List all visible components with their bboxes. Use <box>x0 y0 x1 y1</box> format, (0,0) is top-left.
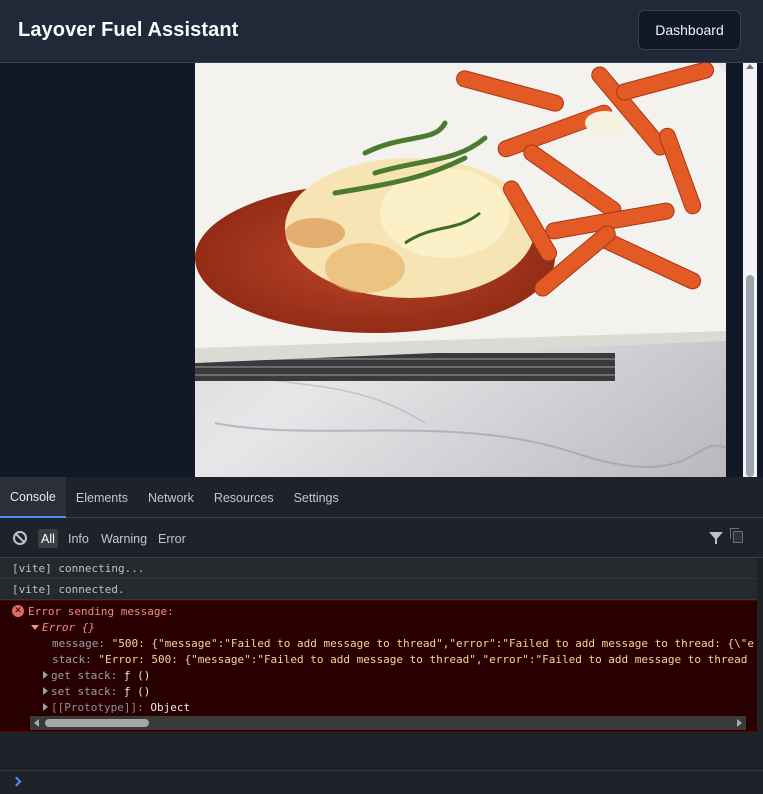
level-all[interactable]: All <box>38 529 58 548</box>
console-prompt[interactable] <box>0 771 763 794</box>
log-line: [vite] connected. <box>0 579 757 600</box>
expand-right-icon <box>43 687 48 695</box>
expand-right-icon <box>43 671 48 679</box>
error-object-toggle[interactable]: Error {} <box>31 619 95 635</box>
expand-down-icon <box>31 624 39 630</box>
console-toolbar: All Info Warning Error <box>0 518 763 558</box>
copy-icon[interactable] <box>730 528 743 543</box>
main-content <box>0 63 763 477</box>
filter-icon[interactable] <box>709 532 723 544</box>
get-stack-fn: ƒ () <box>123 668 151 682</box>
console-gutter <box>757 558 763 734</box>
vertical-scrollbar[interactable] <box>743 63 757 477</box>
prototype-value: Object <box>150 700 191 714</box>
app-title: Layover Fuel Assistant <box>18 19 239 41</box>
prototype-row[interactable]: [[Prototype]]: Object <box>43 699 190 715</box>
error-message-row: message: "500: {"message":"Failed to add… <box>52 635 754 651</box>
clear-console-icon[interactable] <box>13 531 27 545</box>
dashboard-button[interactable]: Dashboard <box>638 10 741 50</box>
set-stack-key: set stack: <box>51 684 118 698</box>
get-stack-key: get stack: <box>51 668 118 682</box>
get-stack-row[interactable]: get stack: ƒ () <box>43 667 150 683</box>
scroll-up-arrow-icon[interactable] <box>746 64 754 69</box>
scroll-left-arrow-icon[interactable] <box>34 719 39 727</box>
food-photo <box>195 63 726 477</box>
devtools-panel: Console Elements Network Resources Setti… <box>0 477 763 794</box>
log-line: [vite] connecting... <box>0 558 757 579</box>
error-object: Error {} <box>42 620 95 634</box>
tab-resources[interactable]: Resources <box>204 477 284 518</box>
message-key: message: <box>52 636 105 650</box>
stack-key: stack: <box>52 652 92 666</box>
tab-network[interactable]: Network <box>138 477 204 518</box>
tab-elements[interactable]: Elements <box>66 477 138 518</box>
scroll-right-arrow-icon[interactable] <box>737 719 742 727</box>
tab-console[interactable]: Console <box>0 477 66 518</box>
error-title: Error sending message: <box>28 604 174 618</box>
horizontal-scrollbar-thumb[interactable] <box>45 719 149 727</box>
set-stack-fn: ƒ () <box>123 684 151 698</box>
horizontal-scrollbar[interactable] <box>30 716 746 730</box>
console-empty-area <box>0 733 763 771</box>
prototype-key: [[Prototype]]: <box>51 700 144 714</box>
error-stack-row: stack: "Error: 500: {"message":"Failed t… <box>52 651 747 667</box>
tab-settings[interactable]: Settings <box>284 477 349 518</box>
message-value: "500: {"message":"Failed to add message … <box>111 636 754 650</box>
devtools-tabs: Console Elements Network Resources Setti… <box>0 477 763 518</box>
error-icon: ✕ <box>12 605 24 617</box>
app-header: Layover Fuel Assistant Dashboard <box>0 0 763 63</box>
prompt-chevron-icon <box>11 776 22 787</box>
vertical-scrollbar-thumb[interactable] <box>746 275 754 477</box>
level-warning[interactable]: Warning <box>98 529 150 548</box>
set-stack-row[interactable]: set stack: ƒ () <box>43 683 150 699</box>
level-error[interactable]: Error <box>155 529 189 548</box>
error-entry: ✕ Error sending message: Error {} messag… <box>0 600 757 732</box>
expand-right-icon <box>43 703 48 711</box>
level-info[interactable]: Info <box>65 529 92 548</box>
stack-value: "Error: 500: {"message":"Failed to add m… <box>98 652 748 666</box>
